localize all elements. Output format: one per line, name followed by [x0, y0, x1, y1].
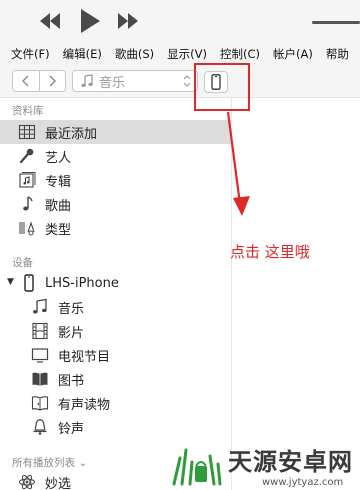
media-kind-select[interactable]: 音乐 [72, 70, 198, 92]
sidebar-item-label: 图书 [58, 373, 85, 389]
sidebar-item-genres[interactable]: 类型 [0, 216, 231, 240]
annotation-text: 点击 这里哦 [230, 243, 310, 261]
play-icon[interactable] [78, 6, 102, 40]
highlight-box [194, 63, 250, 111]
audiobook-icon [31, 396, 49, 411]
music-note-icon [81, 74, 93, 87]
sidebar-item-device-music[interactable]: 音乐 [0, 295, 231, 319]
menu-song[interactable]: 歌曲(S) [104, 46, 156, 62]
sidebar-item-label: 音乐 [58, 301, 85, 317]
watermark-logo-icon [172, 448, 222, 486]
bell-icon [33, 418, 47, 435]
sidebar-item-artists[interactable]: 艺人 [0, 144, 231, 168]
chevron-left-icon [21, 75, 29, 87]
updown-chevron-icon [183, 75, 191, 87]
disclosure-triangle-icon[interactable]: ▼ [7, 277, 14, 287]
tv-icon [31, 348, 49, 363]
volume-slider[interactable] [312, 21, 360, 24]
sidebar-item-label: 妙选 [45, 476, 72, 490]
menu-account[interactable]: 帐户(A) [262, 46, 315, 62]
chevron-right-icon [49, 75, 57, 87]
sidebar-item-label: 专辑 [45, 174, 72, 190]
nav-buttons [12, 70, 66, 92]
album-icon [19, 172, 36, 188]
sidebar-item-label: 铃声 [58, 421, 85, 437]
device-name: LHS-iPhone [45, 275, 119, 291]
media-kind-label: 音乐 [99, 75, 126, 91]
section-title-library: 资料库 [12, 105, 44, 117]
menu-help[interactable]: 帮助 [315, 46, 351, 62]
microphone-icon [19, 148, 34, 164]
menu-edit[interactable]: 编辑(E) [52, 46, 104, 62]
sidebar-item-label: 歌曲 [45, 198, 72, 214]
sidebar-item-device-movies[interactable]: 影片 [0, 319, 231, 343]
menu-bar: 文件(F) 编辑(E) 歌曲(S) 显示(V) 控制(C) 帐户(A) 帮助 [0, 44, 360, 64]
sidebar-item-label: 电视节目 [58, 349, 111, 365]
red-arrow-icon [226, 111, 250, 216]
sidebar: 资料库 最近添加 艺人 专辑 歌曲 类型 设备 ▼ LHS-iPhone 音乐 … [0, 98, 232, 490]
genius-icon [19, 474, 35, 490]
sidebar-item-label: 艺人 [45, 150, 72, 166]
sidebar-item-device-tv[interactable]: 电视节目 [0, 343, 231, 367]
watermark-url: www.jytyaz.com [262, 477, 344, 488]
sidebar-item-device-tones[interactable]: 铃声 [0, 415, 231, 439]
music-note-icon [23, 196, 33, 211]
genre-icon [19, 221, 35, 236]
sidebar-item-label: 有声读物 [58, 397, 111, 413]
book-icon [32, 372, 48, 386]
sidebar-item-label: 影片 [58, 325, 85, 341]
sidebar-item-recently-added[interactable]: 最近添加 [0, 120, 231, 144]
iphone-icon [24, 274, 34, 292]
sidebar-item-label: 最近添加 [45, 126, 98, 142]
back-button[interactable] [13, 71, 39, 91]
menu-view[interactable]: 显示(V) [156, 46, 209, 62]
sidebar-item-albums[interactable]: 专辑 [0, 168, 231, 192]
forward-button[interactable] [38, 71, 66, 91]
section-title-devices: 设备 [12, 257, 33, 269]
sidebar-item-label: 类型 [45, 222, 72, 238]
grid-icon [18, 124, 36, 140]
sidebar-device-iphone[interactable]: ▼ LHS-iPhone [0, 271, 231, 295]
menu-controls[interactable]: 控制(C) [209, 46, 262, 62]
section-title-playlists[interactable]: 所有播放列表 ⌄ [12, 455, 87, 470]
rewind-icon[interactable] [38, 10, 62, 36]
sidebar-item-songs[interactable]: 歌曲 [0, 192, 231, 216]
fast-forward-icon[interactable] [116, 10, 140, 36]
sidebar-item-device-audiobooks[interactable]: 有声读物 [0, 391, 231, 415]
transport-bar [0, 0, 360, 44]
sidebar-item-device-books[interactable]: 图书 [0, 367, 231, 391]
film-icon [32, 322, 48, 340]
music-note-icon [33, 298, 47, 314]
toolbar: 音乐 [0, 64, 360, 98]
watermark: 天源安卓网 www.jytyaz.com [170, 442, 360, 490]
watermark-name: 天源安卓网 [228, 448, 353, 476]
menu-file[interactable]: 文件(F) [0, 46, 52, 62]
